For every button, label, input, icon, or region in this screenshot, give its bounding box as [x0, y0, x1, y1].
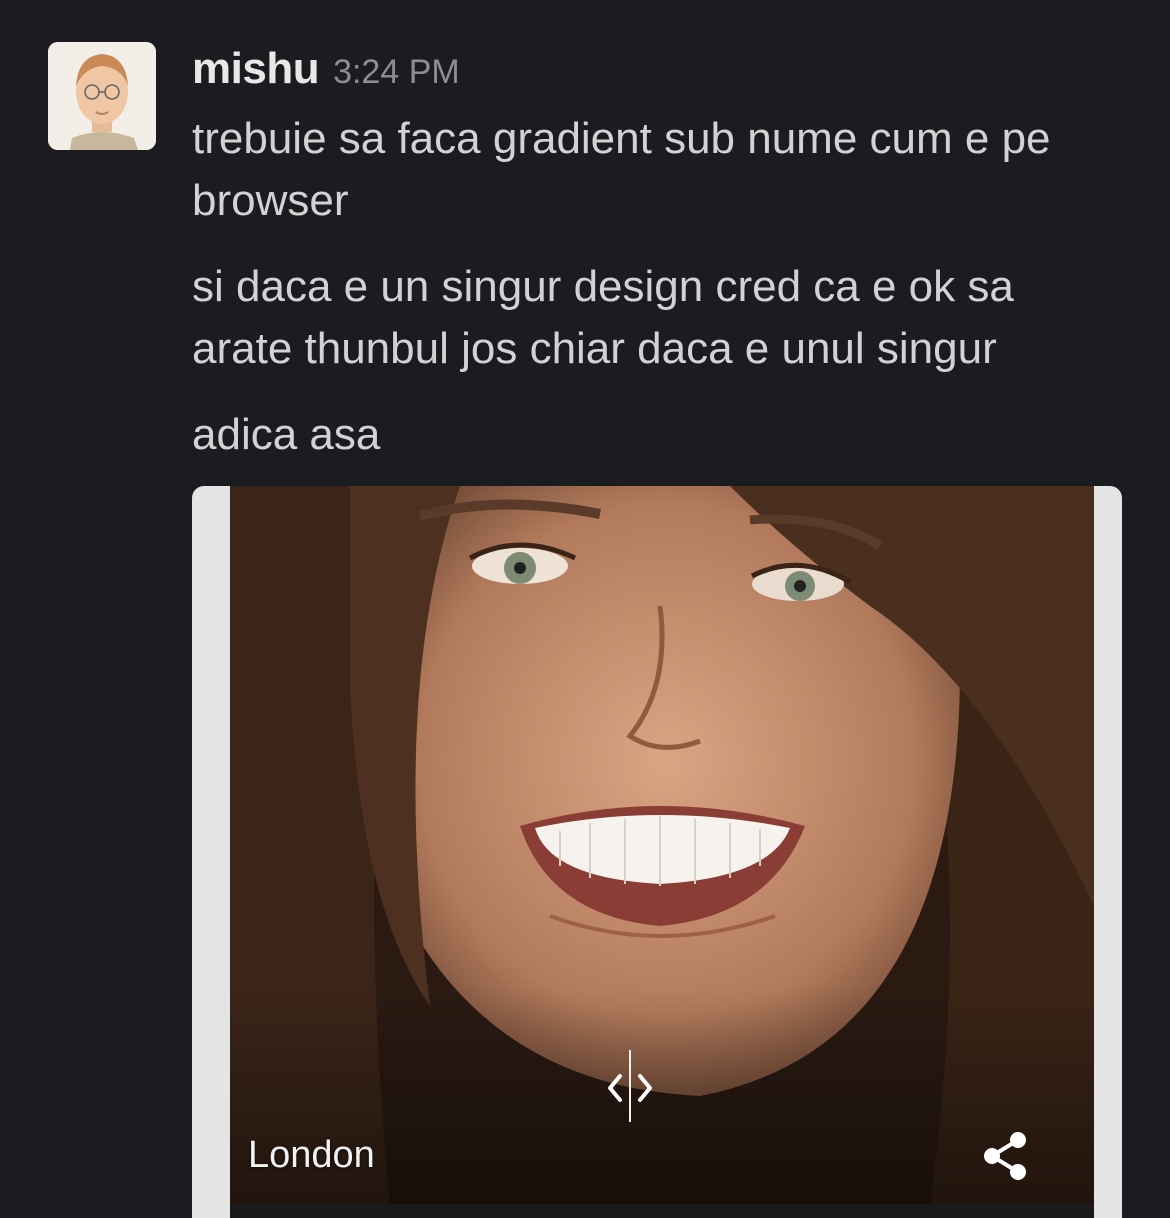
message-body: mishu 3:24 PM trebuie sa faca gradient s…	[192, 44, 1132, 466]
compare-slider-handle[interactable]	[590, 1050, 670, 1130]
username[interactable]: mishu	[192, 44, 320, 94]
message-text: trebuie sa faca gradient sub nume cum e …	[192, 114, 1051, 225]
message-text: adica asa	[192, 410, 381, 459]
attachment-caption: London	[248, 1134, 375, 1176]
message-header: mishu 3:24 PM	[192, 44, 1132, 104]
timestamp[interactable]: 3:24 PM	[333, 53, 460, 92]
share-icon[interactable]	[980, 1130, 1030, 1182]
device-bottom-edge	[230, 1204, 1094, 1218]
chevron-left-icon	[608, 1074, 622, 1102]
chevron-right-icon	[638, 1074, 652, 1102]
message-text: si daca e un singur design cred ca e ok …	[192, 262, 1014, 373]
image-attachment[interactable]: London	[192, 486, 1122, 1218]
user-avatar[interactable]	[48, 42, 156, 150]
